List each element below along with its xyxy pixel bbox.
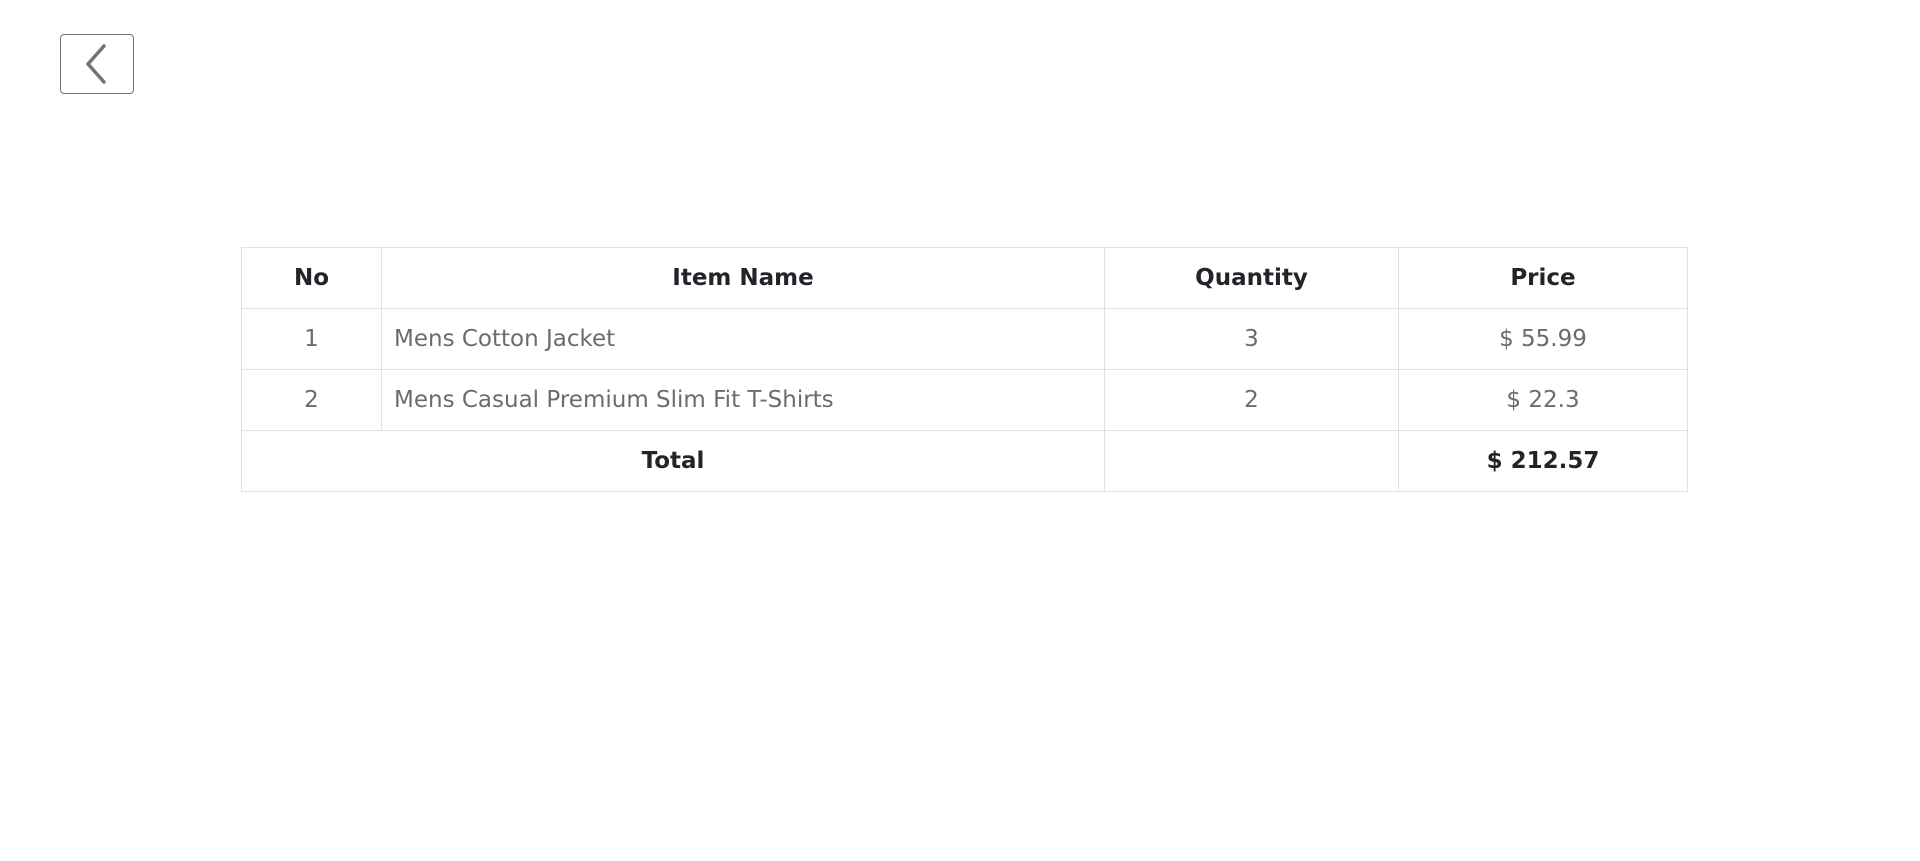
back-button[interactable] (60, 34, 134, 94)
table-header-row: No Item Name Quantity Price (241, 247, 1688, 309)
chevron-left-icon (86, 44, 106, 84)
column-header-quantity: Quantity (1104, 247, 1399, 309)
cart-table-container: No Item Name Quantity Price 1 Mens Cotto… (241, 247, 1688, 492)
column-header-item-name: Item Name (381, 247, 1105, 309)
item-quantity: 3 (1104, 308, 1399, 370)
column-header-price: Price (1398, 247, 1688, 309)
item-name: Mens Cotton Jacket (381, 308, 1105, 370)
cart-table: No Item Name Quantity Price 1 Mens Cotto… (241, 247, 1688, 492)
table-row: 2 Mens Casual Premium Slim Fit T-Shirts … (241, 369, 1688, 431)
total-label: Total (241, 430, 1105, 492)
item-price: $ 22.3 (1398, 369, 1688, 431)
table-row: 1 Mens Cotton Jacket 3 $ 55.99 (241, 308, 1688, 370)
item-price: $ 55.99 (1398, 308, 1688, 370)
order-summary-page: No Item Name Quantity Price 1 Mens Cotto… (0, 0, 1920, 861)
row-number: 2 (241, 369, 382, 431)
row-number: 1 (241, 308, 382, 370)
total-row: Total $ 212.57 (241, 430, 1688, 492)
item-name: Mens Casual Premium Slim Fit T-Shirts (381, 369, 1105, 431)
total-quantity (1104, 430, 1399, 492)
item-quantity: 2 (1104, 369, 1399, 431)
total-price: $ 212.57 (1398, 430, 1688, 492)
column-header-no: No (241, 247, 382, 309)
